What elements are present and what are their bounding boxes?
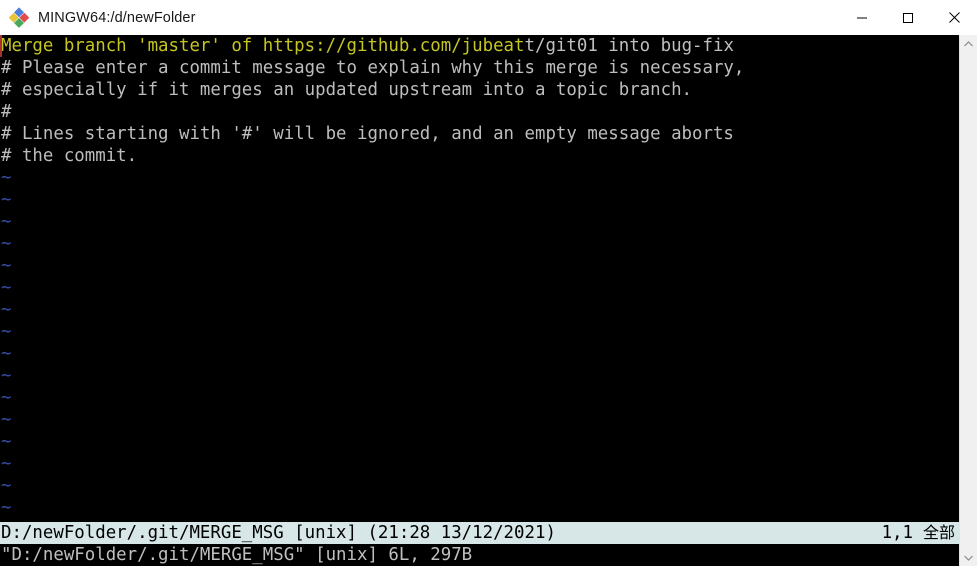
vim-status-line: D:/newFolder/.git/MERGE_MSG [unix] (21:2… [0,522,959,544]
empty-line-marker: ~ [1,388,12,408]
maximize-icon [903,12,913,23]
buffer-line: # Lines starting with '#' will be ignore… [1,124,734,144]
mingw64-terminal-window: MINGW64:/d/newFolder Merge branch 'maste… [0,0,977,566]
scrollbar-thumb[interactable] [960,52,977,549]
scroll-up-arrow-icon[interactable] [960,35,977,52]
maximize-button[interactable] [885,0,931,35]
close-icon [948,12,960,23]
window-title: MINGW64:/d/newFolder [38,9,196,26]
empty-line-marker: ~ [1,322,12,342]
vertical-scrollbar[interactable] [959,35,977,566]
minimize-icon [857,17,867,18]
empty-line-marker: ~ [1,278,12,298]
buffer-line: Merge branch 'master' of https://github.… [0,35,959,57]
git-bash-diamond-icon [8,6,30,29]
status-file-info: D:/newFolder/.git/MERGE_MSG [unix] (21:2… [1,523,556,543]
empty-line-marker: ~ [1,300,12,320]
buffer-line: # especially if it merges an updated ups… [1,80,693,100]
buffer-line-segment: Merge branch 'master' of https://github.… [1,36,525,56]
status-cursor-position: 1,1 [881,523,913,543]
close-button[interactable] [931,0,977,35]
empty-line-marker: ~ [1,256,12,276]
empty-line-marker: ~ [1,190,12,210]
empty-line-marker: ~ [1,476,12,496]
buffer-line: # Please enter a commit message to expla… [1,58,745,78]
vim-buffer[interactable]: Merge branch 'master' of https://github.… [0,35,959,519]
scroll-down-arrow-icon[interactable] [960,549,977,566]
empty-line-marker: ~ [1,432,12,452]
terminal-viewport[interactable]: Merge branch 'master' of https://github.… [0,35,959,566]
buffer-line-segment: t/git01 into bug-fix [524,36,734,56]
title-bar[interactable]: MINGW64:/d/newFolder [0,0,977,36]
empty-line-marker: ~ [1,454,12,474]
empty-line-marker: ~ [1,410,12,430]
empty-line-marker: ~ [1,498,12,518]
empty-line-marker: ~ [1,366,12,386]
minimize-button[interactable] [839,0,885,35]
scrollbar-track[interactable] [960,52,977,549]
buffer-line: # the commit. [1,146,138,166]
vim-cursor [0,35,2,57]
empty-line-marker: ~ [1,234,12,254]
empty-line-marker: ~ [1,168,12,188]
buffer-line: # [1,102,12,122]
empty-line-marker: ~ [1,344,12,364]
vim-message-line: "D:/newFolder/.git/MERGE_MSG" [unix] 6L,… [0,544,959,566]
empty-line-marker: ~ [1,212,12,232]
status-scroll-indicator: 全部 [922,523,955,542]
